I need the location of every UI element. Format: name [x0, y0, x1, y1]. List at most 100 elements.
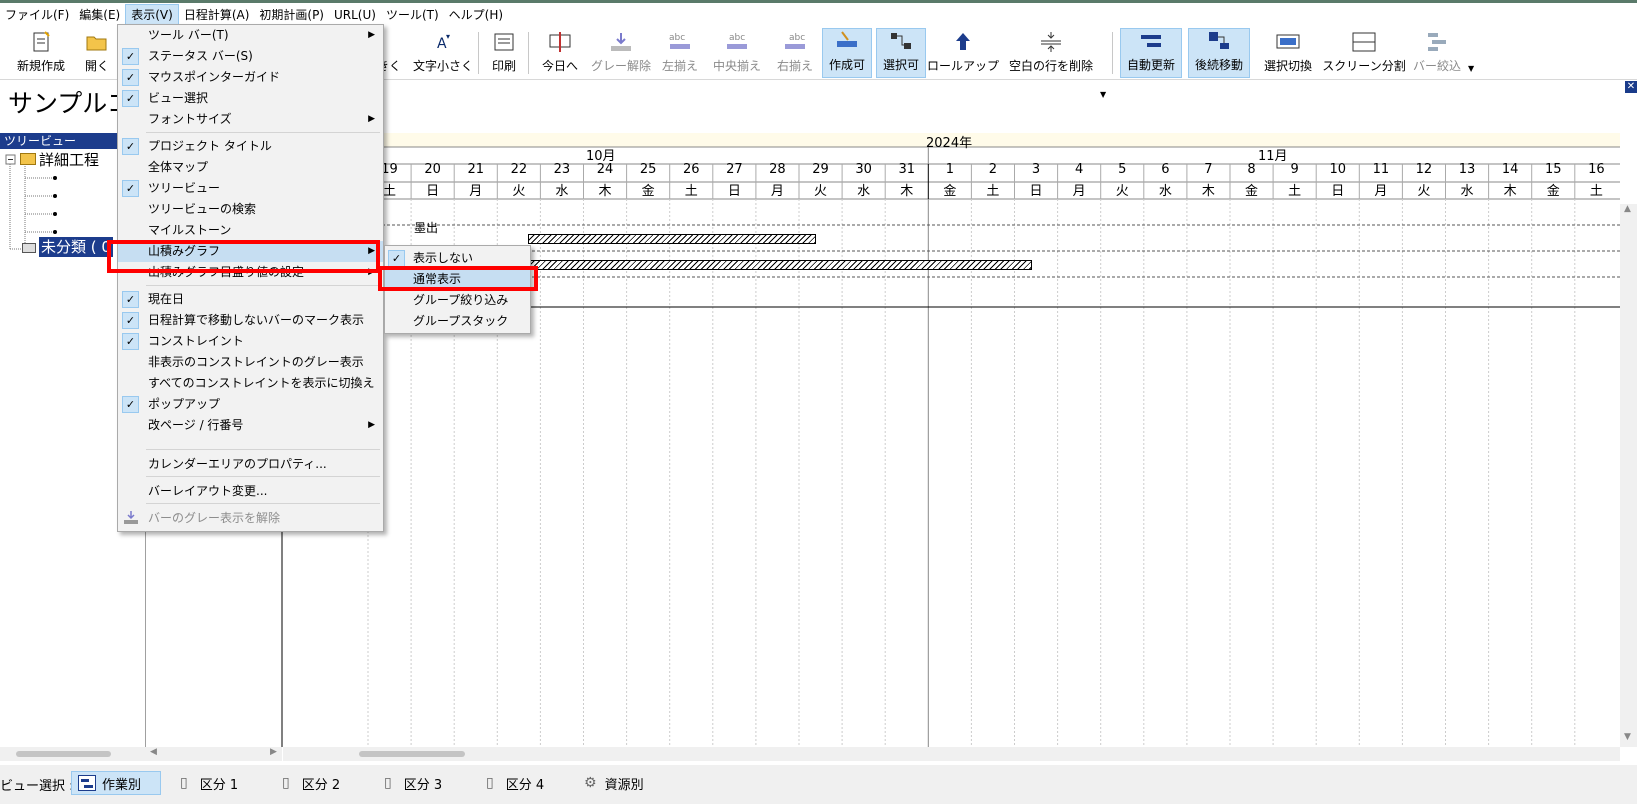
view-tab-task[interactable]: 作業別 — [71, 771, 161, 795]
creatable-label: 作成可 — [828, 58, 865, 72]
menu-item-today-line[interactable]: ✓ 現在日 — [118, 289, 383, 310]
selectable-button[interactable]: 選択可 — [876, 28, 926, 78]
view-tab-category3[interactable]: ▯ 区分 3 — [384, 771, 442, 795]
gantt-weekday: 火 — [1115, 184, 1129, 199]
gantt-day: 11 — [1372, 162, 1390, 177]
gantt-left-hscrollbar[interactable]: ◀ ▶ — [146, 747, 282, 761]
highlight-box-yamazumi — [107, 240, 380, 273]
follow-move-button[interactable]: 後続移動 — [1188, 28, 1250, 78]
menu-item-toolbar[interactable]: ツール バー(T) ▶ — [118, 25, 383, 46]
menu-item-statusbar[interactable]: ✓ ステータス バー(S) — [118, 46, 383, 67]
menu-item-show-all-constraints[interactable]: すべてのコンストレイントを表示に切換え — [118, 373, 383, 394]
toolbar-overflow-icon[interactable]: ▼ — [1100, 90, 1106, 99]
menu-initial-plan[interactable]: 初期計画(P) — [254, 4, 329, 26]
menu-item-tree-view[interactable]: ✓ ツリービュー — [118, 178, 383, 199]
gantt-year: 2024年 — [926, 136, 973, 151]
menu-item-font-size[interactable]: フォントサイズ ▶ — [118, 109, 383, 130]
rollup-label: ロールアップ — [927, 59, 1000, 73]
align-right-button[interactable]: abc 右揃え — [775, 28, 815, 78]
submenu-item-group-filter[interactable]: グループ絞り込み — [385, 290, 530, 311]
align-center-button[interactable]: abc 中央揃え — [712, 28, 762, 78]
new-label: 新規作成 — [16, 59, 65, 73]
rollup-button[interactable]: ロールアップ — [927, 28, 999, 78]
follow-move-icon — [1206, 29, 1232, 53]
menu-item-view-select[interactable]: ✓ ビュー選択 — [118, 88, 383, 109]
gantt-day: 28 — [769, 162, 786, 177]
menu-item-bar-layout[interactable]: バーレイアウト変更... — [118, 481, 383, 502]
view-tab-label: 作業別 — [102, 777, 142, 793]
gantt-day: 12 — [1415, 162, 1433, 177]
view-tab-category4[interactable]: ▯ 区分 4 — [486, 771, 544, 795]
status-bar: ビュー選択 : — [0, 765, 1637, 804]
tree-hscrollbar[interactable] — [0, 747, 146, 761]
menu-help[interactable]: ヘルプ(H) — [444, 4, 508, 26]
menu-tools[interactable]: ツール(T) — [381, 4, 444, 26]
today-button[interactable]: 今日へ — [538, 28, 582, 78]
align-left-button[interactable]: abc 左揃え — [660, 28, 700, 78]
select-switch-icon — [1275, 30, 1301, 54]
auto-update-icon — [1138, 29, 1164, 53]
bar-filter-button[interactable]: バー絞込 — [1412, 28, 1462, 78]
submenu-item-group-stack[interactable]: グループスタック — [385, 311, 530, 332]
gantt-hscrollbar[interactable] — [283, 747, 1620, 761]
screen-split-button[interactable]: スクリーン分割 — [1322, 28, 1406, 78]
tree-root-label[interactable]: 詳細工程 — [39, 149, 99, 170]
view-tab-category2[interactable]: ▯ 区分 2 — [282, 771, 340, 795]
view-tab-resource[interactable]: ⚙ 資源別 — [584, 771, 644, 795]
menu-item-milestone[interactable]: マイルストーン — [118, 220, 383, 241]
view-tab-label: 資源別 — [604, 777, 644, 793]
ungray-button[interactable]: グレー解除 — [591, 28, 652, 78]
menu-item-constraint[interactable]: ✓ コンストレイント — [118, 331, 383, 352]
task-bar[interactable] — [528, 260, 1032, 270]
check-icon: ✓ — [122, 291, 139, 308]
svg-text:▾: ▾ — [446, 32, 450, 41]
menu-item-whole-map[interactable]: 全体マップ — [118, 157, 383, 178]
gantt-day: 24 — [596, 162, 614, 177]
print-button[interactable]: 印刷 — [488, 28, 520, 78]
toolbar-overflow-icon-2[interactable]: ▼ — [1468, 64, 1474, 73]
task-bar[interactable] — [528, 234, 816, 244]
gantt-weekday: 日 — [727, 184, 741, 199]
delete-blank-rows-icon — [1038, 30, 1064, 54]
gantt-weekday: 土 — [986, 184, 1000, 199]
menu-item-project-title[interactable]: ✓ プロジェクト タイトル — [118, 136, 383, 157]
creatable-button[interactable]: 作成可 — [822, 28, 872, 78]
menu-item-nonmoving-mark[interactable]: ✓ 日程計算で移動しないバーのマーク表示 — [118, 310, 383, 331]
gantt-day: 31 — [898, 162, 916, 177]
gantt-day: 2 — [988, 162, 998, 177]
ungray-label: グレー解除 — [591, 59, 652, 73]
gantt-day: 5 — [1118, 162, 1127, 177]
select-switch-button[interactable]: 選択切換 — [1260, 28, 1316, 78]
font-smaller-icon: A ▾ — [430, 30, 456, 54]
unclassified-icon — [22, 243, 36, 253]
menu-url[interactable]: URL(U) — [329, 4, 381, 26]
menu-schedule-calc[interactable]: 日程計算(A) — [179, 4, 255, 26]
open-button[interactable]: 開く — [80, 28, 114, 78]
menu-view[interactable]: 表示(V) — [125, 3, 179, 26]
gantt-vscrollbar[interactable]: ▲ ▼ — [1620, 204, 1637, 747]
menu-item-popup[interactable]: ✓ ポップアップ — [118, 394, 383, 415]
auto-update-button[interactable]: 自動更新 — [1120, 28, 1182, 78]
menu-item-page-break[interactable]: 改ページ / 行番号 ▶ — [118, 415, 383, 436]
close-pane-icon[interactable]: ✕ — [1625, 81, 1637, 93]
menu-edit[interactable]: 編集(E) — [74, 4, 125, 26]
rollup-icon — [950, 30, 976, 54]
tree-unclassified-label[interactable]: 未分類 ( 0 — [39, 237, 113, 257]
menu-item-mouse-guide[interactable]: ✓ マウスポインターガイド — [118, 67, 383, 88]
new-button[interactable]: 新規作成 — [6, 28, 76, 78]
delete-blank-rows-label: 空白の行を削除 — [1008, 59, 1093, 73]
gantt-day: 29 — [812, 162, 829, 177]
view-tab-label: 区分 4 — [505, 777, 545, 793]
gantt-day: 21 — [467, 162, 485, 177]
select-bar-icon — [888, 29, 914, 53]
font-smaller-button[interactable]: A ▾ 文字小さく — [412, 28, 474, 78]
menu-item-ungray-bars[interactable]: バーのグレー表示を解除 — [118, 508, 383, 529]
menu-item-hidden-constraint-gray[interactable]: 非表示のコンストレイントのグレー表示 — [118, 352, 383, 373]
view-menu: ツール バー(T) ▶ ✓ ステータス バー(S) ✓ マウスポインターガイド ✓ ビュ… — [117, 24, 384, 532]
menu-file[interactable]: ファイル(F) — [0, 4, 74, 26]
menu-item-tree-search[interactable]: ツリービューの検索 — [118, 199, 383, 220]
view-tab-category1[interactable]: ▯ 区分 1 — [180, 771, 238, 795]
menu-item-calendar-props[interactable]: カレンダーエリアのプロパティ... — [118, 454, 383, 475]
bar-filter-label: バー絞込 — [1412, 59, 1461, 73]
delete-blank-rows-button[interactable]: 空白の行を削除 — [1004, 28, 1098, 78]
